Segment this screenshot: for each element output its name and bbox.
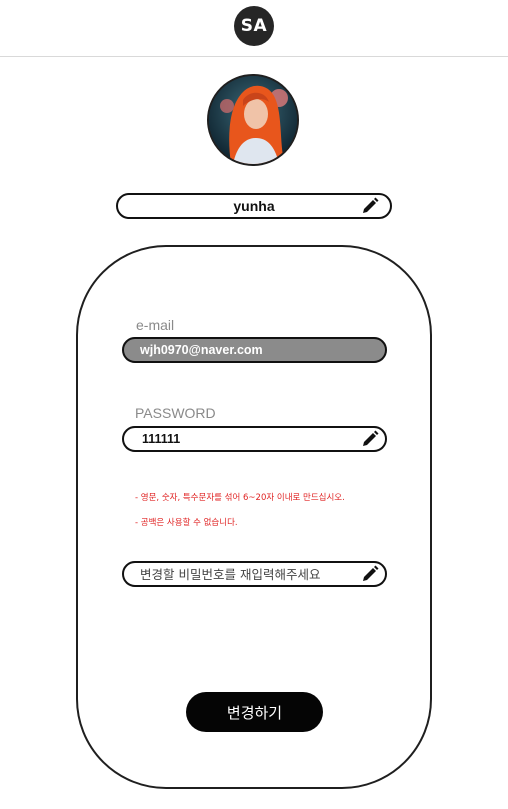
- nickname-field[interactable]: yunha: [116, 193, 392, 219]
- password-rule-notice: - 영문, 숫자, 특수문자를 섞어 6~20자 이내로 만드십시오.: [135, 493, 345, 503]
- password-value: 111111: [142, 432, 181, 446]
- email-field[interactable]: wjh0970@naver.com: [122, 337, 387, 363]
- submit-button[interactable]: 변경하기: [186, 692, 323, 732]
- pencil-icon[interactable]: [360, 429, 380, 449]
- nickname-text: yunha: [233, 198, 275, 214]
- pencil-icon[interactable]: [360, 196, 380, 216]
- password-field[interactable]: 111111: [122, 426, 387, 452]
- header: SA: [0, 0, 508, 57]
- pencil-icon[interactable]: [360, 564, 380, 584]
- avatar[interactable]: [207, 74, 299, 166]
- email-value: wjh0970@naver.com: [140, 343, 263, 357]
- confirm-password-input[interactable]: [140, 564, 360, 584]
- avatar-icon: [209, 76, 297, 164]
- logo[interactable]: SA: [234, 6, 274, 46]
- confirm-password-field[interactable]: [122, 561, 387, 587]
- email-label: e-mail: [136, 317, 175, 333]
- password-label: PASSWORD: [135, 405, 216, 421]
- password-space-notice: - 공백은 사용할 수 없습니다.: [135, 518, 238, 528]
- profile-edit-page: SA yunha e-mail wjh0970@naver.com PASSWO…: [0, 0, 508, 809]
